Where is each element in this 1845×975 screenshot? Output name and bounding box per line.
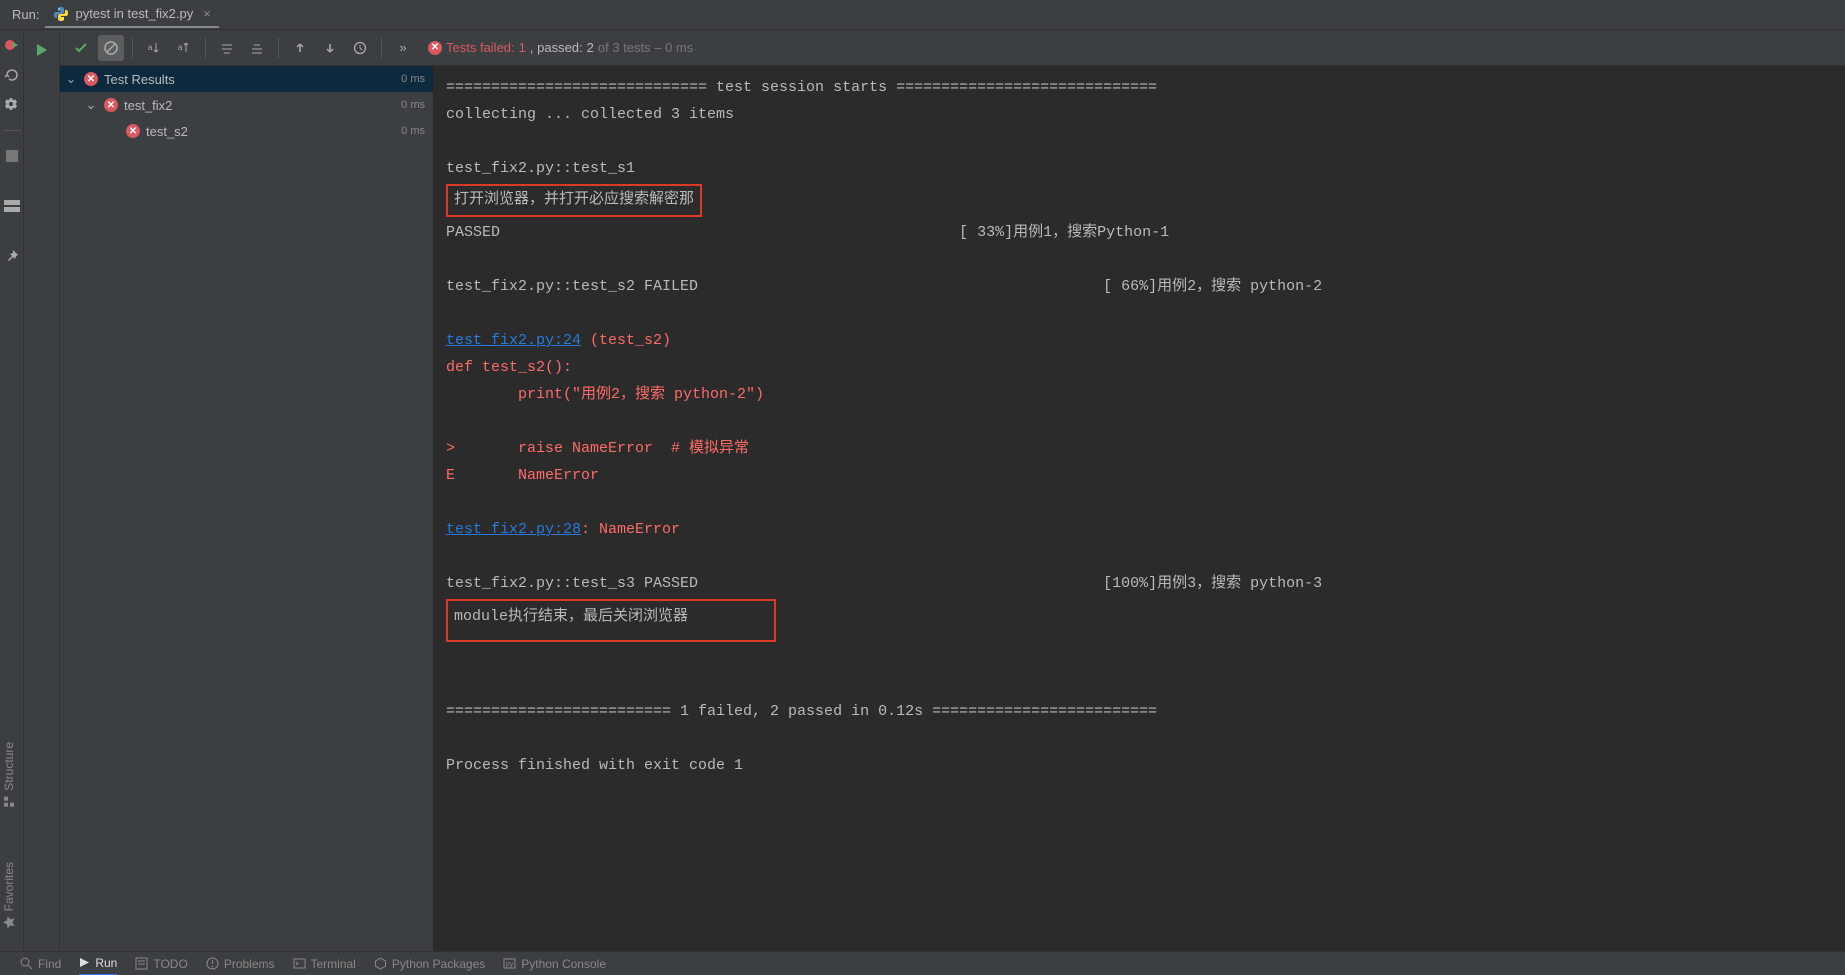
tree-file-time: 0 ms xyxy=(401,99,425,111)
test-tree[interactable]: ⌄ ✕ Test Results 0 ms ⌄ ✕ test_fix2 0 ms… xyxy=(60,66,434,951)
terminal-tool-button[interactable]: Terminal xyxy=(293,957,356,971)
rerun-button[interactable] xyxy=(30,38,54,62)
packages-tool-button[interactable]: Python Packages xyxy=(374,957,485,971)
tree-root[interactable]: ⌄ ✕ Test Results 0 ms xyxy=(60,66,433,92)
highlight-text: 打开浏览器，并打开必应搜索解密那 xyxy=(454,191,694,208)
sort-alpha-up-button[interactable]: a xyxy=(171,35,197,61)
console-line-tail: 用例3，搜索 python-3 xyxy=(1157,575,1322,592)
console-line-tail: 用例1，搜索Python-1 xyxy=(1013,224,1169,241)
run-tool-column xyxy=(24,30,60,951)
svg-text:a: a xyxy=(148,43,153,52)
console-line: ========================= 1 failed, 2 pa… xyxy=(446,698,1845,725)
next-test-button[interactable] xyxy=(317,35,343,61)
layout-icon[interactable] xyxy=(3,197,21,215)
pytest-icon xyxy=(53,6,69,22)
tree-file-node[interactable]: ⌄ ✕ test_fix2 0 ms xyxy=(60,92,433,118)
fail-icon: ✕ xyxy=(126,124,140,138)
highlight-box: 打开浏览器，并打开必应搜索解密那 xyxy=(446,184,702,217)
python-console-tool-button[interactable]: pyPython Console xyxy=(503,957,606,971)
file-link[interactable]: test_fix2.py:24 xyxy=(446,332,581,349)
sort-alpha-down-button[interactable]: a xyxy=(141,35,167,61)
show-passed-button[interactable] xyxy=(68,35,94,61)
collapse-all-button[interactable] xyxy=(244,35,270,61)
fail-icon: ✕ xyxy=(104,98,118,112)
tree-test-time: 0 ms xyxy=(401,125,425,137)
console-line: Process finished with exit code 1 xyxy=(446,752,1845,779)
console-line: test_fix2.py::test_s3 PASSED [100%] xyxy=(446,575,1157,592)
console-line: def test_s2(): xyxy=(446,354,1845,381)
chevron-down-icon[interactable]: ⌄ xyxy=(64,71,78,87)
history-button[interactable] xyxy=(347,35,373,61)
settings-icon[interactable] xyxy=(3,96,21,114)
fail-icon: ✕ xyxy=(428,41,442,55)
bottom-tool-bar: Find Run TODO Problems Terminal Python P… xyxy=(0,951,1845,975)
prev-test-button[interactable] xyxy=(287,35,313,61)
refresh-icon[interactable] xyxy=(3,66,21,84)
structure-label: Structure xyxy=(2,742,16,791)
stop-square-icon[interactable] xyxy=(3,147,21,165)
test-toolbar: a a » ✕ Tests failed: 1 , passed: 2 of 3 … xyxy=(60,30,1845,66)
fail-count: 1 xyxy=(519,40,526,55)
console-line: ============================= test sessi… xyxy=(446,74,1845,101)
passed-prefix: , passed: xyxy=(530,40,583,55)
tree-test-label: test_s2 xyxy=(146,124,401,139)
favorites-label: Favorites xyxy=(2,862,16,911)
favorites-tool-button[interactable]: Favorites xyxy=(2,856,16,935)
tree-file-label: test_fix2 xyxy=(124,98,401,113)
svg-text:a: a xyxy=(178,43,183,52)
run-config-tab[interactable]: pytest in test_fix2.py × xyxy=(45,2,218,28)
highlight-text: module执行结束，最后关闭浏览器 xyxy=(454,608,688,625)
expand-all-button[interactable] xyxy=(214,35,240,61)
file-link[interactable]: test_fix2.py:28 xyxy=(446,521,581,538)
test-status-summary: ✕ Tests failed: 1 , passed: 2 of 3 tests … xyxy=(428,40,693,55)
run-config-title: pytest in test_fix2.py xyxy=(75,6,193,21)
structure-tool-button[interactable]: Structure xyxy=(2,736,16,815)
console-output[interactable]: ============================= test sessi… xyxy=(434,66,1845,951)
run-tool-button[interactable]: Run xyxy=(79,952,117,975)
close-tab-icon[interactable]: × xyxy=(203,6,211,21)
console-line: : NameError xyxy=(581,521,680,538)
highlight-box: module执行结束，最后关闭浏览器 xyxy=(446,599,776,642)
more-button[interactable]: » xyxy=(390,35,416,61)
fail-label: Tests failed: xyxy=(446,40,515,55)
run-tab-bar: Run: pytest in test_fix2.py × xyxy=(0,0,1845,30)
tree-root-label: Test Results xyxy=(104,72,401,87)
tree-test-leaf[interactable]: ✕ test_s2 0 ms xyxy=(60,118,433,144)
console-line: (test_s2) xyxy=(581,332,671,349)
tree-root-time: 0 ms xyxy=(401,73,425,85)
console-line-tail: 用例2，搜索 python-2 xyxy=(1157,278,1322,295)
fail-icon: ✕ xyxy=(84,72,98,86)
show-ignored-button[interactable] xyxy=(98,35,124,61)
console-line: test_fix2.py::test_s2 FAILED [ 66%] xyxy=(446,278,1157,295)
passed-count: 2 xyxy=(587,40,594,55)
todo-tool-button[interactable]: TODO xyxy=(135,957,187,971)
toggle-breakpoint-icon[interactable] xyxy=(3,36,21,54)
console-line: print("用例2，搜索 python-2") xyxy=(446,381,1845,408)
console-line: test_fix2.py::test_s1 xyxy=(446,155,1845,182)
svg-text:py: py xyxy=(506,961,514,968)
pin-icon[interactable] xyxy=(3,247,21,265)
chevron-down-icon[interactable]: ⌄ xyxy=(84,97,98,113)
console-line: E NameError xyxy=(446,462,1845,489)
status-suffix: of 3 tests – 0 ms xyxy=(598,40,693,55)
find-tool-button[interactable]: Find xyxy=(20,957,61,971)
problems-tool-button[interactable]: Problems xyxy=(206,957,275,971)
console-line: > raise NameError # 模拟异常 xyxy=(446,435,1845,462)
console-line: collecting ... collected 3 items xyxy=(446,101,1845,128)
console-line: PASSED [ 33%] xyxy=(446,224,1013,241)
run-label: Run: xyxy=(12,7,39,22)
